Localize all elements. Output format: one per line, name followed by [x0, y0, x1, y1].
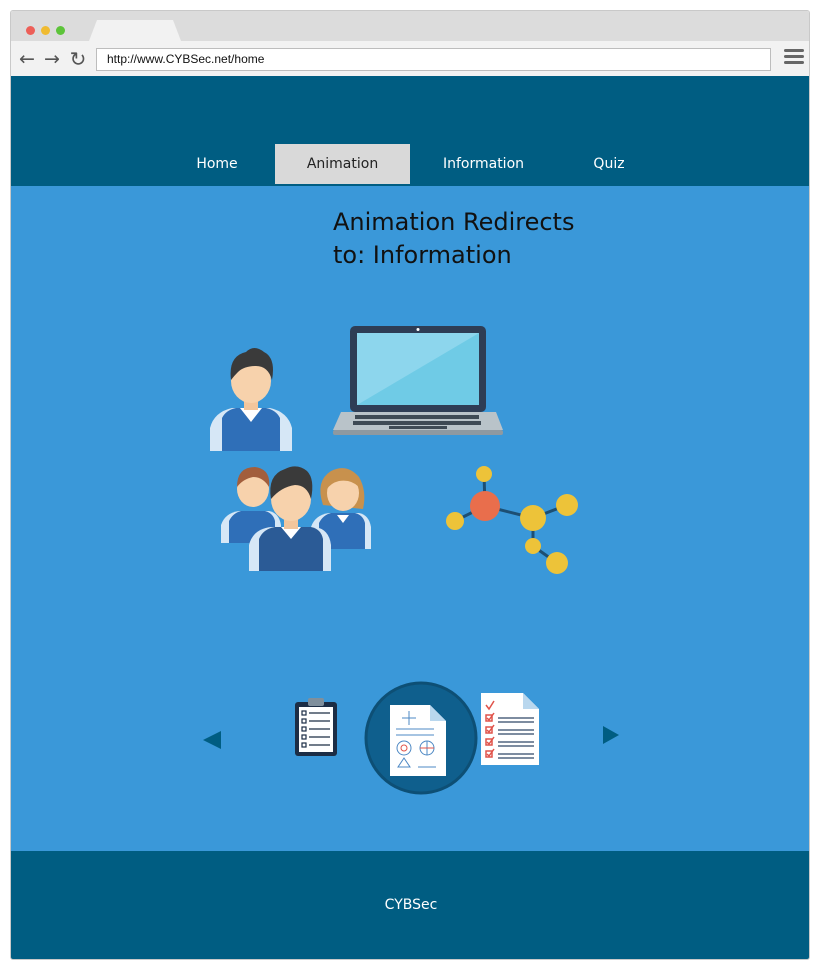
hamburger-menu-icon[interactable]	[784, 49, 804, 69]
browser-toolbar: ← → ↻ http://www.CYBSec.net/home	[11, 41, 809, 76]
close-window-dot[interactable]	[26, 26, 35, 35]
laptop-icon	[333, 326, 503, 435]
main-content: Animation Redirects to: Information	[11, 186, 809, 851]
math-document-icon[interactable]	[364, 681, 478, 795]
minimize-window-dot[interactable]	[41, 26, 50, 35]
carousel-prev-arrow-icon[interactable]	[203, 731, 223, 749]
nav-item-home[interactable]: Home	[181, 144, 253, 184]
main-nav: Home Animation Information Quiz	[11, 144, 809, 184]
arrow-left-icon[interactable]: ←	[17, 49, 37, 69]
nav-item-animation[interactable]: Animation	[275, 144, 410, 184]
site-header: Home Animation Information Quiz	[11, 76, 809, 186]
checklist-document-icon[interactable]	[479, 691, 541, 767]
reload-icon[interactable]: ↻	[68, 49, 88, 69]
footer-brand: CYBSec	[384, 897, 438, 913]
browser-window: ← → ↻ http://www.CYBSec.net/home Home An…	[10, 10, 810, 960]
site-footer: CYBSec	[11, 851, 809, 959]
browser-tabbar	[11, 11, 809, 41]
carousel-next-arrow-icon[interactable]	[603, 726, 621, 744]
maximize-window-dot[interactable]	[56, 26, 65, 35]
molecule-icon	[446, 466, 578, 574]
arrow-right-icon[interactable]: →	[42, 49, 62, 69]
nav-item-quiz[interactable]: Quiz	[579, 144, 639, 184]
nav-item-information[interactable]: Information	[431, 144, 536, 184]
student-group-icon	[221, 466, 371, 571]
browser-tab[interactable]	[89, 20, 181, 41]
page-title: Animation Redirects to: Information	[333, 208, 575, 269]
student-icon	[210, 348, 292, 451]
clipboard-checklist-icon[interactable]	[293, 696, 339, 758]
address-bar[interactable]: http://www.CYBSec.net/home	[96, 48, 771, 71]
